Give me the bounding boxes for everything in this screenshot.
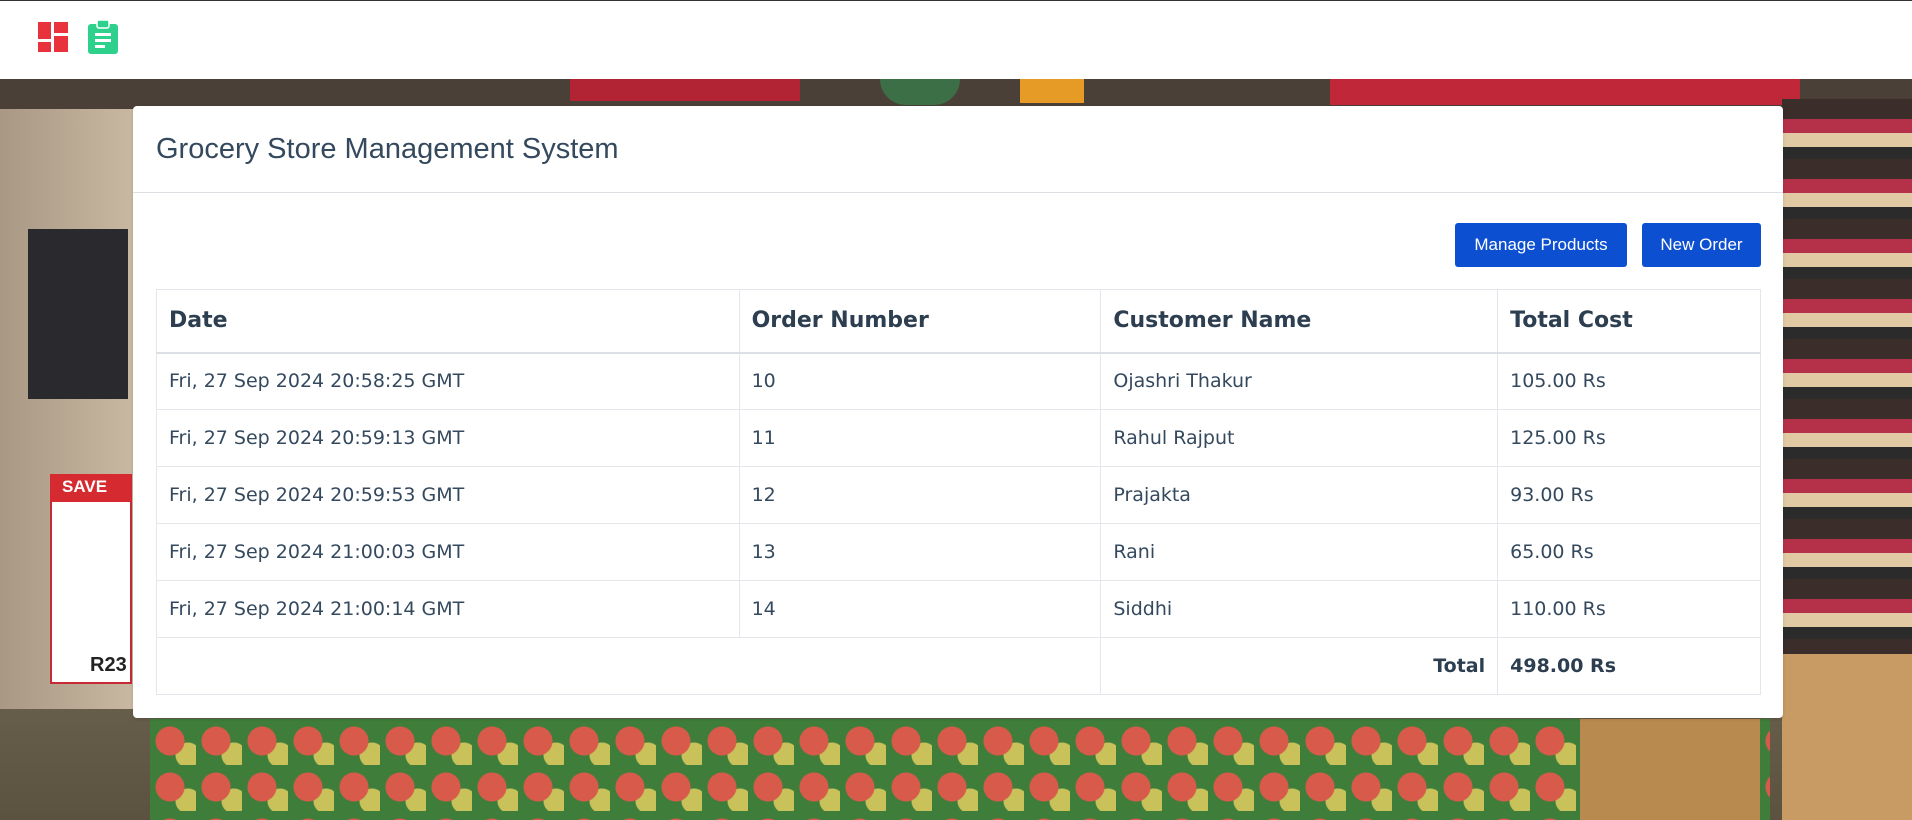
clipboard-icon[interactable] xyxy=(87,20,119,54)
top-navbar xyxy=(0,0,1912,79)
order-number: 13 xyxy=(738,523,1102,581)
customer-name: Prajakta xyxy=(1100,466,1499,524)
column-header-order-number: Order Number xyxy=(738,289,1102,354)
store-shelf-right xyxy=(1782,99,1912,659)
new-order-button[interactable]: New Order xyxy=(1642,223,1761,267)
table-row: Fri, 27 Sep 2024 21:00:14 GMT 14 Siddhi … xyxy=(156,580,1761,638)
order-total: 93.00 Rs xyxy=(1497,466,1761,524)
column-header-total-cost: Total Cost xyxy=(1497,289,1761,354)
orders-table: Date Order Number Customer Name Total Co… xyxy=(155,289,1761,695)
table-row: Fri, 27 Sep 2024 20:58:25 GMT 10 Ojashri… xyxy=(156,352,1761,410)
order-total: 105.00 Rs xyxy=(1497,352,1761,410)
order-date: Fri, 27 Sep 2024 20:59:53 GMT xyxy=(156,466,740,524)
total-spacer xyxy=(155,637,1101,695)
total-label: Total xyxy=(1100,637,1499,695)
order-date: Fri, 27 Sep 2024 20:59:13 GMT xyxy=(156,409,740,467)
dashboard-icon[interactable] xyxy=(38,20,70,54)
order-date: Fri, 27 Sep 2024 20:58:25 GMT xyxy=(156,352,740,410)
order-date: Fri, 27 Sep 2024 21:00:03 GMT xyxy=(156,523,740,581)
card-header: Grocery Store Management System xyxy=(133,106,1783,193)
store-banner-red xyxy=(1330,79,1800,105)
table-row: Fri, 27 Sep 2024 21:00:03 GMT 13 Rani 65… xyxy=(156,523,1761,581)
column-header-date: Date xyxy=(156,289,740,354)
table-row: Fri, 27 Sep 2024 20:59:53 GMT 12 Prajakt… xyxy=(156,466,1761,524)
table-row: Fri, 27 Sep 2024 20:59:13 GMT 11 Rahul R… xyxy=(156,409,1761,467)
store-banner xyxy=(570,79,800,101)
order-number: 11 xyxy=(738,409,1102,467)
page-title: Grocery Store Management System xyxy=(156,132,619,165)
wooden-table xyxy=(1782,654,1912,820)
customer-name: Ojashri Thakur xyxy=(1100,352,1499,410)
table-total-row: Total 498.00 Rs xyxy=(155,637,1761,695)
column-header-customer-name: Customer Name xyxy=(1100,289,1499,354)
order-date: Fri, 27 Sep 2024 21:00:14 GMT xyxy=(156,580,740,638)
price-sign xyxy=(50,474,132,684)
store-banner-orange xyxy=(1020,79,1084,103)
store-shelf-left xyxy=(28,229,128,399)
order-number: 10 xyxy=(738,352,1102,410)
price-sign-price: R23 xyxy=(90,654,127,676)
customer-name: Rani xyxy=(1100,523,1499,581)
order-total: 110.00 Rs xyxy=(1497,580,1761,638)
produce-display xyxy=(150,719,1770,820)
order-total: 125.00 Rs xyxy=(1497,409,1761,467)
customer-name: Siddhi xyxy=(1100,580,1499,638)
price-sign-label: SAVE xyxy=(62,477,108,496)
produce-crate xyxy=(1580,719,1760,820)
grand-total-value: 498.00 Rs xyxy=(1497,637,1761,695)
main-card: Grocery Store Management System Manage P… xyxy=(133,106,1783,718)
table-header-row: Date Order Number Customer Name Total Co… xyxy=(156,289,1761,354)
customer-name: Rahul Rajput xyxy=(1100,409,1499,467)
order-total: 65.00 Rs xyxy=(1497,523,1761,581)
order-number: 12 xyxy=(738,466,1102,524)
order-number: 14 xyxy=(738,580,1102,638)
manage-products-button[interactable]: Manage Products xyxy=(1455,223,1627,267)
